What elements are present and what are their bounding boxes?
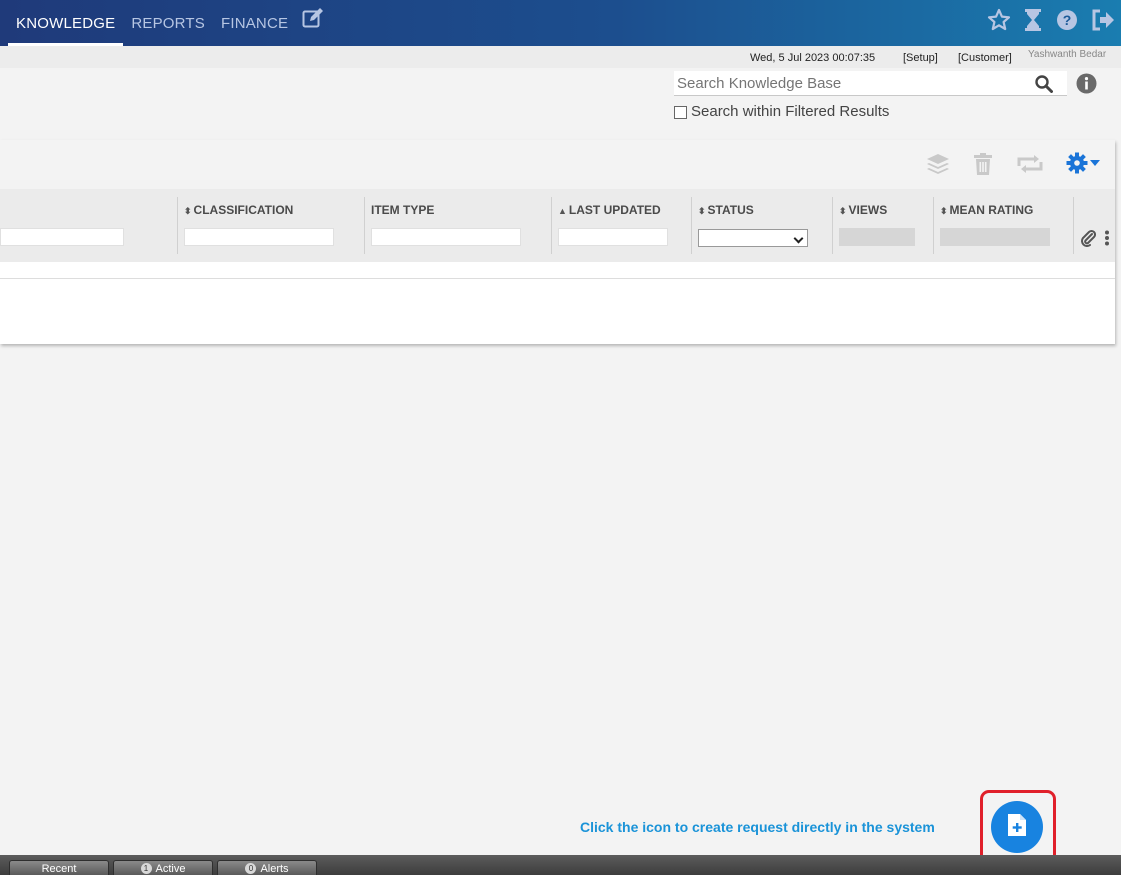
item-type-header[interactable]: ITEM TYPE	[371, 203, 434, 217]
tab-finance[interactable]: FINANCE	[213, 0, 296, 46]
status-select[interactable]	[698, 229, 808, 247]
last-updated-header: LAST UPDATED	[568, 203, 661, 217]
help-icon[interactable]: ?	[1055, 8, 1079, 32]
column-status: ⬍ STATUS	[692, 197, 833, 254]
layers-icon[interactable]	[926, 152, 950, 181]
tab-knowledge[interactable]: KNOWLEDGE	[8, 0, 124, 46]
column-mean-rating: ⬍ MEAN RATING	[934, 197, 1074, 254]
hourglass-icon[interactable]	[1023, 8, 1043, 32]
column-classification: ⬍ CLASSIFICATION	[178, 197, 365, 254]
info-bar: Wed, 5 Jul 2023 00:07:35 [Setup] [Custom…	[0, 46, 1121, 68]
mean-rating-filter-disabled	[940, 228, 1050, 246]
recent-label: Recent	[41, 863, 77, 875]
sort-icon: ⬍	[839, 206, 847, 216]
customer-link[interactable]: [Customer]	[958, 52, 1012, 64]
search-icon[interactable]	[1035, 75, 1053, 98]
results-body	[0, 278, 1115, 344]
bottom-bar: Recent 1 Active 0 Alerts	[0, 855, 1121, 875]
mean-rating-header: MEAN RATING	[949, 203, 1034, 217]
user-name: Yashwanth Bedar	[1028, 49, 1107, 59]
delete-icon[interactable]	[972, 152, 994, 181]
top-nav: KNOWLEDGE REPORTS FINANCE ?	[0, 0, 1121, 46]
search-input[interactable]	[674, 71, 1024, 95]
last-updated-filter-input[interactable]	[558, 228, 668, 246]
refresh-icon[interactable]	[1016, 154, 1044, 179]
sort-icon: ⬍	[940, 206, 948, 216]
results-panel: ⬍ CLASSIFICATION ITEM TYPE ▲ LAST UPDATED …	[0, 140, 1115, 344]
filtered-results-checkbox[interactable]	[674, 106, 687, 119]
results-toolbar	[0, 140, 1115, 189]
classification-header: CLASSIFICATION	[193, 203, 294, 217]
attachment-icon[interactable]	[1080, 229, 1097, 252]
svg-text:?: ?	[1063, 12, 1072, 28]
sort-icon: ⬍	[184, 206, 192, 216]
tab-reports[interactable]: REPORTS	[123, 0, 213, 46]
status-header: STATUS	[707, 203, 754, 217]
current-datetime: Wed, 5 Jul 2023 00:07:35	[750, 52, 876, 64]
sort-asc-icon: ▲	[558, 206, 567, 216]
filtered-results-label: Search within Filtered Results	[691, 103, 890, 120]
setup-link[interactable]: [Setup]	[903, 52, 938, 64]
alerts-count-badge: 0	[245, 863, 257, 874]
filtered-results-option: Search within Filtered Results	[674, 103, 889, 120]
create-request-hint: Click the icon to create request directl…	[580, 819, 935, 835]
classification-filter-input[interactable]	[184, 228, 334, 246]
sort-icon: ⬍	[698, 206, 706, 216]
logout-icon[interactable]	[1091, 8, 1115, 32]
active-tab[interactable]: 1 Active	[113, 860, 213, 875]
table-header: ⬍ CLASSIFICATION ITEM TYPE ▲ LAST UPDATED …	[0, 189, 1115, 262]
more-options-icon[interactable]	[1104, 230, 1110, 251]
column-views: ⬍ VIEWS	[833, 197, 934, 254]
alerts-label: Alerts	[260, 863, 289, 875]
views-header: VIEWS	[848, 203, 888, 217]
recent-tab[interactable]: Recent	[9, 860, 109, 875]
views-filter-disabled	[839, 228, 915, 246]
info-icon[interactable]	[1076, 73, 1097, 99]
knowledge-search	[674, 71, 1067, 96]
active-count-badge: 1	[140, 863, 152, 874]
new-document-icon	[1007, 813, 1027, 842]
create-request-button[interactable]	[991, 801, 1043, 853]
settings-gear-icon[interactable]	[1066, 151, 1102, 180]
column-last-updated: ▲ LAST UPDATED	[552, 197, 692, 254]
title-filter-input[interactable]	[0, 228, 124, 246]
favorite-star-icon[interactable]	[987, 8, 1011, 32]
alerts-tab[interactable]: 0 Alerts	[217, 860, 317, 875]
item-type-filter-input[interactable]	[371, 228, 521, 246]
column-item-type: ITEM TYPE	[365, 197, 552, 254]
column-title	[0, 197, 178, 254]
active-label: Active	[155, 863, 186, 875]
edit-icon[interactable]	[302, 7, 326, 34]
